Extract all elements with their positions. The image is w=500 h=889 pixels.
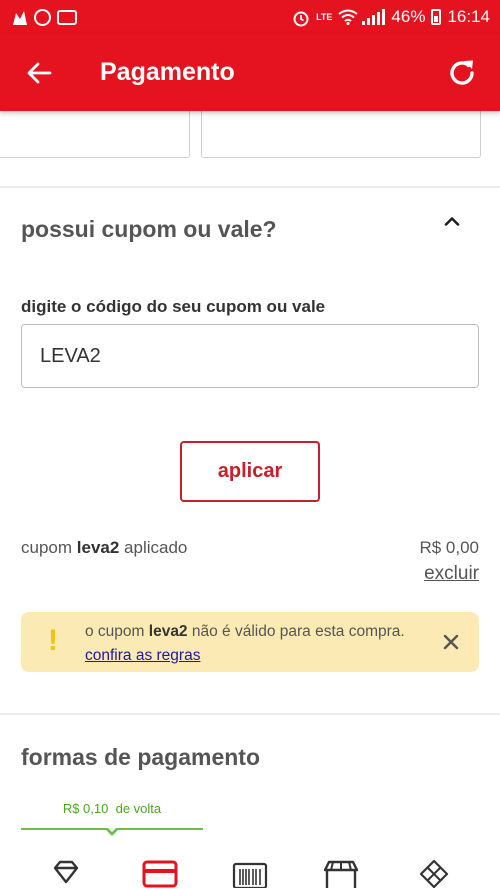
payment-section-title: formas de pagamento	[21, 744, 260, 770]
status-bar-right: LTE 46% 16:14	[292, 7, 490, 27]
payment-method-tab[interactable]	[318, 858, 364, 889]
page-title: Pagamento	[100, 58, 235, 86]
whatsapp-icon	[34, 8, 51, 26]
app-bar: Pagamento	[0, 34, 500, 111]
cashback-label: de volta	[115, 801, 162, 816]
alarm-icon	[292, 9, 310, 27]
payment-method-tab[interactable]	[228, 858, 272, 889]
status-bar-left	[10, 8, 77, 26]
wifi-icon	[338, 9, 359, 25]
barcode-icon	[232, 862, 268, 888]
back-button[interactable]	[20, 54, 58, 92]
applied-code: leva2	[76, 538, 120, 557]
payment-method-tab[interactable]	[44, 858, 88, 889]
applied-suffix: aplicado	[124, 538, 188, 557]
warning-icon: !	[48, 624, 58, 657]
alert-body: não é válido para esta compra.	[191, 623, 405, 640]
coupon-error-alert: ! o cupom leva2 não é válido para esta c…	[21, 612, 479, 672]
coupon-input[interactable]	[21, 324, 479, 388]
cashback-pointer	[104, 826, 120, 836]
cashback-badge: R$ 0,10 de volta	[21, 801, 203, 816]
notification-icon	[10, 9, 28, 25]
alert-message: o cupom leva2 não é válido para esta com…	[85, 620, 415, 668]
rules-link[interactable]: confira as regras	[85, 647, 200, 664]
refresh-icon	[450, 60, 474, 85]
coupon-section-title[interactable]: possui cupom ou vale?	[21, 216, 277, 243]
payment-method-tab[interactable]	[138, 858, 182, 889]
refresh-button[interactable]	[442, 53, 482, 93]
voicemail-icon	[57, 9, 77, 25]
close-alert-button[interactable]	[437, 628, 465, 656]
applied-coupon-text: cupom leva2 aplicado	[21, 538, 187, 558]
cashback-value: R$ 0,10	[62, 801, 109, 816]
close-icon	[443, 634, 459, 650]
back-arrow-icon	[27, 62, 52, 84]
alert-prefix: o cupom	[85, 623, 145, 640]
network-type: LTE	[316, 11, 333, 22]
chevron-up-icon	[444, 217, 460, 226]
applied-prefix: cupom	[21, 538, 73, 557]
status-bar: LTE 46% 16:14	[0, 0, 500, 34]
clock: 16:14	[447, 7, 490, 26]
coupon-input-label: digite o código do seu cupom ou vale	[21, 297, 326, 316]
credit-card-icon	[142, 860, 178, 888]
remove-coupon-link[interactable]: excluir	[424, 563, 479, 585]
applied-coupon-value: R$ 0,00	[419, 538, 479, 557]
payment-option-card[interactable]	[201, 111, 481, 158]
section-divider	[0, 186, 500, 188]
section-divider	[0, 713, 500, 715]
payment-method-tab[interactable]	[412, 858, 456, 889]
store-icon	[323, 860, 359, 888]
diamond-icon	[53, 860, 79, 884]
collapse-button[interactable]	[436, 207, 468, 235]
alert-code: leva2	[148, 623, 188, 640]
battery-percent: 46%	[391, 7, 426, 26]
apply-button[interactable]: aplicar	[180, 441, 320, 502]
pix-icon	[419, 859, 449, 888]
payment-option-card[interactable]	[0, 111, 190, 158]
battery-icon	[431, 9, 442, 25]
signal-icon	[362, 9, 386, 25]
